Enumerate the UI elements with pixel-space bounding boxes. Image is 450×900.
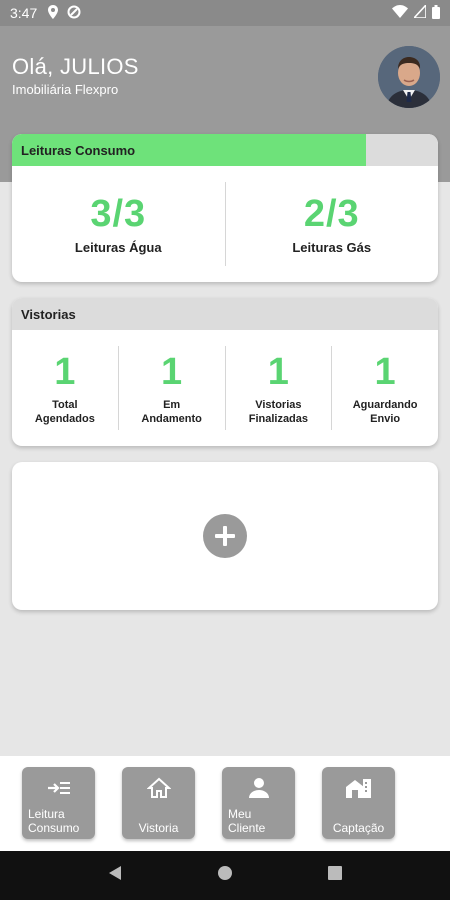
person-icon — [222, 777, 295, 801]
toolbar-leitura-consumo-button[interactable]: Leitura Consumo — [22, 767, 95, 839]
leituras-agua-value: 3/3 — [90, 193, 147, 235]
battery-icon — [432, 4, 440, 22]
leituras-gas-label: Leituras Gás — [292, 240, 372, 255]
toolbar-label: Cliente — [228, 821, 266, 835]
toolbar-meu-cliente-button[interactable]: Meu Cliente — [222, 767, 295, 839]
stat-label: Aguardando — [352, 399, 418, 411]
location-icon — [47, 4, 59, 22]
leituras-agua[interactable]: 3/3 Leituras Água — [12, 193, 225, 255]
building-icon — [322, 777, 395, 801]
stat-label: Agendados — [34, 413, 95, 425]
leituras-agua-label: Leituras Água — [74, 240, 162, 255]
company-name: Imobiliária Flexpro — [12, 82, 119, 97]
toolbar-captacao-button[interactable]: Captação — [322, 767, 395, 839]
vistoria-aguardando-envio[interactable]: 1 Aguardando Envio — [332, 350, 438, 426]
stat-value: 1 — [267, 351, 289, 393]
stat-label: Andamento — [141, 413, 202, 425]
add-button[interactable] — [203, 514, 247, 558]
bottom-toolbar: Leitura Consumo Vistoria Meu Cliente Cap… — [0, 756, 450, 851]
home-nav-icon[interactable] — [217, 865, 233, 886]
stat-label: Total — [52, 399, 78, 411]
stat-value: 1 — [54, 351, 76, 393]
vistoria-total-agendados[interactable]: 1 Total Agendados — [12, 350, 118, 426]
status-bar: 3:47 — [0, 0, 450, 26]
vistorias-title: Vistorias — [21, 307, 76, 322]
consumo-card[interactable]: Leituras Consumo 3/3 Leituras Água 2/3 L… — [12, 134, 438, 282]
data-saver-icon — [67, 5, 81, 22]
back-icon[interactable] — [107, 865, 123, 886]
toolbar-label: Consumo — [28, 821, 80, 835]
consumo-title: Leituras Consumo — [21, 143, 136, 158]
vistoria-finalizadas[interactable]: 1 Vistorias Finalizadas — [226, 350, 332, 426]
transfer-list-icon — [22, 777, 95, 801]
toolbar-label: Leitura — [28, 807, 65, 821]
home-icon — [122, 777, 195, 801]
add-card — [12, 462, 438, 610]
vistorias-header: Vistorias — [12, 298, 438, 330]
signal-icon — [412, 2, 427, 21]
consumo-progress-header: Leituras Consumo — [12, 134, 438, 166]
greeting-text: Olá, JULIOS — [12, 54, 139, 79]
toolbar-label: Vistoria — [138, 821, 179, 835]
vistorias-card[interactable]: Vistorias 1 Total Agendados 1 Em Andamento… — [12, 298, 438, 446]
stat-label: Finalizadas — [248, 413, 309, 425]
plus-icon — [215, 526, 235, 546]
system-nav-bar — [0, 851, 450, 900]
recents-icon[interactable] — [327, 865, 343, 886]
stat-value: 1 — [161, 351, 183, 393]
avatar[interactable] — [378, 46, 440, 108]
leituras-gas-value: 2/3 — [303, 193, 360, 235]
stat-label: Em — [163, 399, 181, 411]
status-time: 3:47 — [10, 5, 38, 21]
wifi-icon — [392, 5, 408, 21]
vistoria-em-andamento[interactable]: 1 Em Andamento — [119, 350, 225, 426]
stat-label: Envio — [370, 413, 401, 425]
leituras-gas[interactable]: 2/3 Leituras Gás — [226, 193, 439, 255]
toolbar-label: Meu — [228, 807, 252, 821]
stat-label: Vistorias — [255, 399, 302, 411]
toolbar-label: Captação — [332, 821, 385, 835]
stat-value: 1 — [374, 351, 396, 393]
toolbar-vistoria-button[interactable]: Vistoria — [122, 767, 195, 839]
